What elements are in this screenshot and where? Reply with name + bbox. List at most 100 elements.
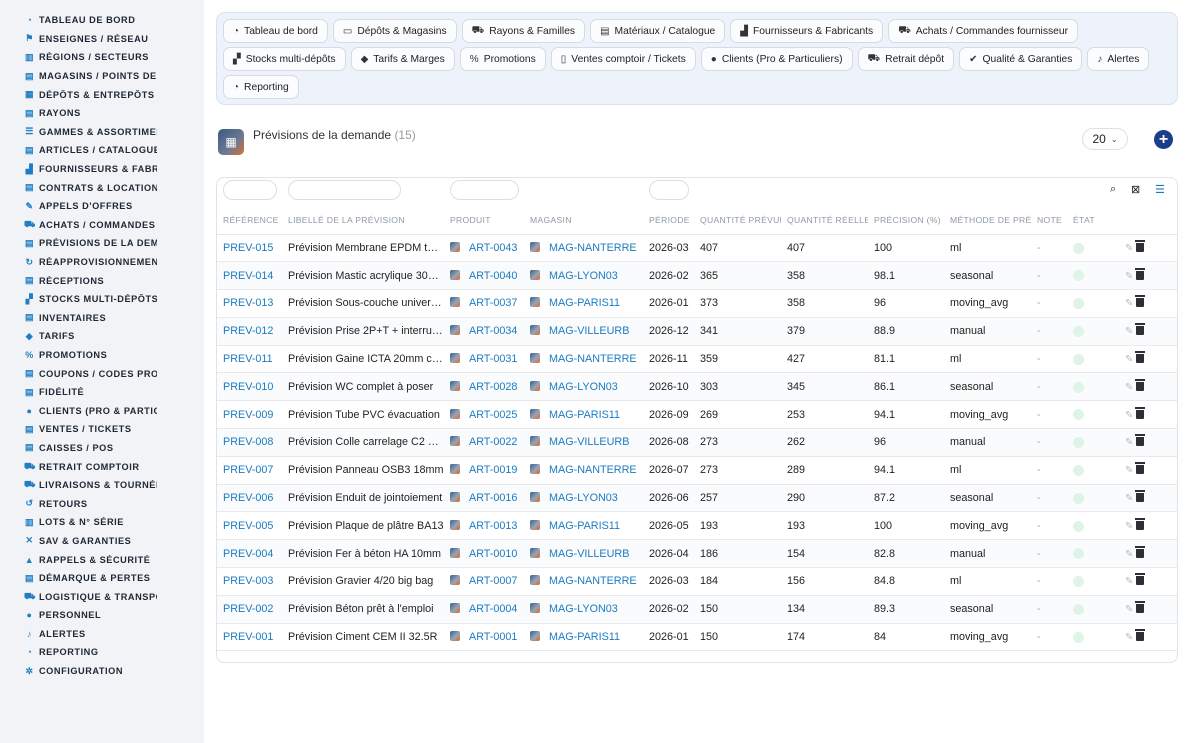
module-tab[interactable]: ♪ Alertes [1087,47,1150,71]
delete-icon[interactable] [1135,267,1146,280]
reference-link[interactable]: PREV-015 [223,242,273,254]
cell-store[interactable]: MAG-NANTERRE [524,567,643,596]
sidebar-item[interactable]: ▤ RÉCEPTIONS [0,271,204,290]
delete-icon[interactable] [1135,351,1146,364]
store-link[interactable]: MAG-LYON03 [549,492,618,504]
table-row[interactable]: PREV-014 Prévision Mastic acrylique 300ml… [217,261,1177,291]
search-icon[interactable]: ⌕ [1110,183,1116,196]
cell-product[interactable]: ART-0016 [444,484,524,513]
cell-store[interactable]: MAG-PARIS11 [524,400,643,430]
cell-reference[interactable]: PREV-006 [217,484,282,513]
column-header[interactable]: ÉTAT [1067,206,1119,235]
edit-icon[interactable]: ✎ [1125,521,1133,532]
table-row[interactable]: PREV-011 Prévision Gaine ICTA 20mm couron… [217,345,1177,374]
cell-reference[interactable]: PREV-002 [217,595,282,624]
column-header[interactable]: PÉRIODE [643,206,694,235]
cell-reference[interactable]: PREV-009 [217,400,282,430]
product-link[interactable]: ART-0019 [469,464,517,476]
sidebar-item[interactable]: ✎ APPELS D'OFFRES [0,197,204,216]
sidebar-item[interactable]: ◔ REPORTING [0,643,204,662]
table-row[interactable]: PREV-001 Prévision Ciment CEM II 32.5R ART… [217,623,1177,652]
column-header[interactable]: LIBELLÉ DE LA PRÉVISION [282,206,444,235]
cell-store[interactable]: MAG-LYON03 [524,372,643,402]
table-row[interactable]: PREV-015 Prévision Membrane EPDM toiture A… [217,234,1177,263]
product-link[interactable]: ART-0022 [469,436,517,448]
cell-store[interactable]: MAG-LYON03 [524,261,643,291]
sidebar-item[interactable]: ↺ RETOURS [0,494,204,513]
cell-store[interactable]: MAG-PARIS11 [524,511,643,541]
table-row[interactable]: PREV-002 Prévision Béton prêt à l'emploi A… [217,595,1177,624]
sidebar-item[interactable]: ◆ TARIFS [0,327,204,346]
store-link[interactable]: MAG-PARIS11 [549,520,620,532]
cell-product[interactable]: ART-0004 [444,595,524,624]
cell-store[interactable]: MAG-LYON03 [524,484,643,513]
store-link[interactable]: MAG-VILLEURB [549,325,629,337]
sidebar-item[interactable]: ♪ ALERTES [0,625,204,644]
column-header[interactable]: MAGASIN [524,206,643,235]
cell-reference[interactable]: PREV-011 [217,345,282,374]
column-header[interactable]: QUANTITÉ RÉELLE [781,206,868,235]
product-link[interactable]: ART-0007 [469,575,517,587]
store-link[interactable]: MAG-NANTERRE [549,575,637,587]
store-link[interactable]: MAG-NANTERRE [549,353,637,365]
module-tab[interactable]: ▭ Dépôts & Magasins [332,19,457,43]
product-link[interactable]: ART-0034 [469,325,517,337]
product-link[interactable]: ART-0025 [469,409,517,421]
page-size-select[interactable]: 20 ⌄ [1082,128,1128,150]
product-link[interactable]: ART-0004 [469,603,517,615]
delete-icon[interactable] [1135,545,1146,558]
cell-product[interactable]: ART-0022 [444,428,524,457]
edit-icon[interactable]: ✎ [1125,549,1133,560]
table-row[interactable]: PREV-010 Prévision WC complet à poser ART-… [217,372,1177,402]
store-link[interactable]: MAG-PARIS11 [549,631,620,643]
sidebar-item[interactable]: ▤ DÉMARQUE & PERTES [0,569,204,588]
product-link[interactable]: ART-0040 [469,270,517,282]
cell-product[interactable]: ART-0043 [444,234,524,263]
edit-icon[interactable]: ✎ [1125,410,1133,421]
cell-store[interactable]: MAG-LYON03 [524,595,643,624]
delete-icon[interactable] [1135,629,1146,642]
table-row[interactable]: PREV-003 Prévision Gravier 4/20 big bag AR… [217,567,1177,596]
cell-store[interactable]: MAG-VILLEURB [524,539,643,569]
reference-link[interactable]: PREV-008 [223,436,273,448]
module-tab[interactable]: ⛟ Rayons & Familles [461,19,586,43]
sidebar-item[interactable]: ▤ MAGASINS / POINTS DE VENTE [0,67,204,86]
cell-reference[interactable]: PREV-001 [217,623,282,652]
delete-icon[interactable] [1135,573,1146,586]
sidebar-item[interactable]: ▤ CONTRATS & LOCATION [0,178,204,197]
module-tab[interactable]: ⛟ Achats / Commandes fournisseur [888,19,1079,43]
sidebar-item[interactable]: ▤ VENTES / TICKETS [0,420,204,439]
module-tab[interactable]: ● Clients (Pro & Particuliers) [700,47,853,71]
cell-product[interactable]: ART-0010 [444,539,524,569]
sidebar-item[interactable]: ↻ RÉAPPROVISIONNEMENT [0,253,204,272]
product-link[interactable]: ART-0013 [469,520,517,532]
sidebar-item[interactable]: ⛟ RETRAIT COMPTOIR [0,457,204,476]
store-link[interactable]: MAG-VILLEURB [549,436,629,448]
delete-icon[interactable] [1135,434,1146,447]
reference-link[interactable]: PREV-001 [223,631,273,643]
module-tab[interactable]: ▤ Matériaux / Catalogue [590,19,726,43]
module-tab[interactable]: ▯ Ventes comptoir / Tickets [550,47,696,71]
edit-icon[interactable]: ✎ [1125,465,1133,476]
store-link[interactable]: MAG-NANTERRE [549,464,637,476]
edit-icon[interactable]: ✎ [1125,437,1133,448]
edit-icon[interactable]: ✎ [1125,632,1133,643]
sidebar-item[interactable]: ☰ GAMMES & ASSORTIMENTS [0,123,204,142]
module-tab[interactable]: ▞ Stocks multi-dépôts [223,47,346,71]
table-row[interactable]: PREV-008 Prévision Colle carrelage C2 25k… [217,428,1177,457]
sidebar-item[interactable]: ▤ INVENTAIRES [0,309,204,328]
filter-label-input[interactable] [288,180,401,200]
delete-icon[interactable] [1135,517,1146,530]
filter-period-input[interactable] [649,180,689,200]
cell-product[interactable]: ART-0019 [444,456,524,485]
store-link[interactable]: MAG-LYON03 [549,603,618,615]
cell-product[interactable]: ART-0013 [444,511,524,541]
sidebar-item[interactable]: ● PERSONNEL [0,606,204,625]
sidebar-item[interactable]: ⛟ACHATS / COMMANDES FOURNISSEURS [0,216,204,235]
sidebar-item[interactable]: ▦ DÉPÔTS & ENTREPÔTS [0,85,204,104]
delete-icon[interactable] [1135,490,1146,503]
sidebar-item[interactable]: ● CLIENTS (PRO & PARTICULIERS) [0,401,204,420]
store-link[interactable]: MAG-LYON03 [549,270,618,282]
delete-icon[interactable] [1135,378,1146,391]
product-link[interactable]: ART-0001 [469,631,517,643]
